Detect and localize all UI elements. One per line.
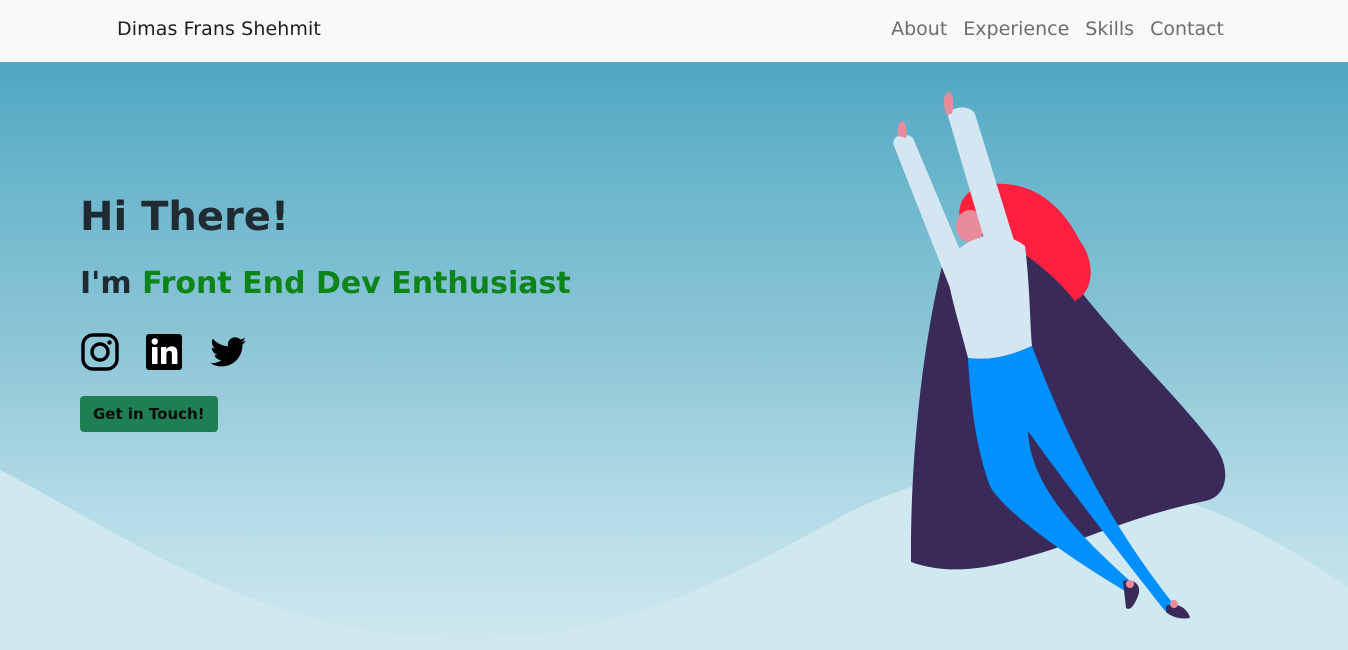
hero-role-text: Front End Dev Enthusiast [142,266,571,301]
social-links [80,332,571,372]
hero-greeting: Hi There! [80,194,290,240]
navbar: Dimas Frans Shehmit About Experience Ski… [0,0,1348,62]
hero-content: Hi There! I'm Front End Dev Enthusiast G… [80,194,571,432]
nav-experience-link[interactable]: Experience [963,18,1069,40]
hero-subtitle-prefix: I'm [80,266,143,301]
flying-superhero-illustration [893,92,1226,619]
nav-links: About Experience Skills Contact [891,18,1224,40]
linkedin-link[interactable] [144,332,184,372]
instagram-link[interactable] [80,332,120,372]
twitter-link[interactable] [208,332,248,372]
linkedin-icon [146,334,182,370]
instagram-icon [81,333,119,371]
hero-subtitle: I'm Front End Dev Enthusiast [80,266,571,302]
nav-about-link[interactable]: About [891,18,947,40]
nav-skills-link[interactable]: Skills [1085,18,1134,40]
hero-section: Hi There! I'm Front End Dev Enthusiast G… [0,62,1348,650]
nav-contact-link[interactable]: Contact [1150,18,1224,40]
get-in-touch-button[interactable]: Get in Touch! [80,396,218,432]
brand-link[interactable]: Dimas Frans Shehmit [117,18,321,40]
twitter-icon [210,337,246,367]
